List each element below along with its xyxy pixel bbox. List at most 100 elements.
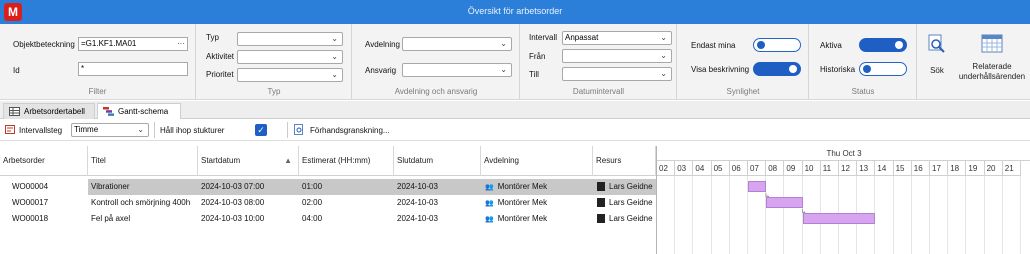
- typ-select[interactable]: ⌄: [237, 32, 343, 46]
- datum-group-label: Datumintervall: [572, 87, 625, 96]
- filter-group: Objektbeteckning =G1.KF1.MA01 ··· Id * F…: [0, 24, 196, 100]
- toggle-knob: [895, 41, 903, 49]
- col-estimerat[interactable]: Estimerat (HH:mm): [299, 146, 394, 176]
- gantt-bar[interactable]: [766, 197, 803, 208]
- gantt-hour-label: 18: [948, 161, 967, 176]
- synlighet-group-label: Synlighet: [726, 87, 760, 96]
- toolbar-divider: [154, 122, 155, 138]
- avdelning-group-label: Avdelning och ansvarig: [394, 87, 478, 96]
- id-field[interactable]: *: [78, 62, 188, 76]
- gantt-gridline: [875, 176, 894, 254]
- cell-text: Lars Geidne: [609, 182, 653, 191]
- gantt-bar[interactable]: [802, 213, 876, 224]
- gantt-gridline: [675, 176, 694, 254]
- cell-avdelning: 👥 Montörer Mek: [481, 179, 593, 195]
- gantt-hour-label: 13: [857, 161, 876, 176]
- person-icon: [597, 182, 605, 192]
- gantt-icon: [103, 107, 114, 116]
- historiska-toggle[interactable]: [859, 62, 907, 76]
- aktivitet-select[interactable]: ⌄: [237, 50, 343, 64]
- gantt-hour-label: 19: [966, 161, 985, 176]
- aktiva-label: Aktiva: [820, 41, 842, 50]
- tab-arbetsordertabell[interactable]: Arbetsordertabell: [3, 103, 95, 119]
- intervallsteg-select[interactable]: Timme ⌄: [71, 123, 149, 137]
- gantt-gridline: [948, 176, 967, 254]
- relaterade-label-1: Relaterade: [972, 62, 1012, 71]
- table-row[interactable]: WO00018 Fel på axel 2024-10-03 10:00 04:00 2…: [0, 211, 656, 227]
- tab-gantt-schema[interactable]: Gantt-schema: [97, 103, 181, 120]
- intervall-select[interactable]: Anpassat ⌄: [562, 31, 672, 45]
- cell-resurs: Lars Geidne: [593, 211, 656, 227]
- browse-dots-button[interactable]: ···: [177, 38, 185, 50]
- visa-beskrivning-toggle[interactable]: [753, 62, 801, 76]
- prioritet-select[interactable]: ⌄: [237, 68, 343, 82]
- cell-slutdatum: 2024-10-03: [397, 198, 438, 207]
- chevron-down-icon: ⌄: [660, 51, 667, 60]
- fran-date[interactable]: ⌄: [562, 49, 672, 63]
- gantt-hour-label: 16: [911, 161, 930, 176]
- gantt-hour-label: 17: [930, 161, 949, 176]
- cell-text: Lars Geidne: [609, 214, 653, 223]
- ribbon: Objektbeteckning =G1.KF1.MA01 ··· Id * F…: [0, 24, 1030, 100]
- person-icon: [597, 214, 605, 224]
- gantt-gridline: [985, 176, 1003, 254]
- gantt-hour-label: 21: [1002, 161, 1021, 176]
- gantt-gridline: [712, 176, 730, 254]
- cell-startdatum: 2024-10-03 08:00: [201, 198, 265, 207]
- gantt-day-header: Thu Oct 3: [657, 146, 1030, 161]
- group-icon: 👥: [485, 216, 494, 223]
- cell-arbetsorder: WO00018: [0, 211, 88, 227]
- chevron-down-icon: ⌄: [500, 39, 507, 48]
- toggle-knob: [757, 41, 765, 49]
- gantt-bar[interactable]: [748, 181, 767, 192]
- ansvarig-select[interactable]: ⌄: [402, 63, 512, 77]
- typ-group-label: Typ: [267, 87, 281, 96]
- objektbeteckning-field[interactable]: =G1.KF1.MA01 ···: [78, 37, 188, 51]
- col-titel[interactable]: Titel: [88, 146, 198, 176]
- col-resurs[interactable]: Resurs: [593, 146, 656, 176]
- gantt-gridline: [966, 176, 985, 254]
- table-row[interactable]: WO00004 Vibrationer 2024-10-03 07:00 01:00 2…: [0, 179, 656, 195]
- typ-label: Typ: [206, 33, 219, 42]
- chevron-down-icon: ⌄: [660, 33, 667, 42]
- col-slutdatum[interactable]: Slutdatum: [394, 146, 481, 176]
- grid-header: Arbetsorder Titel Startdatum ▲ Estimerat …: [0, 146, 656, 176]
- aktiva-toggle[interactable]: [859, 38, 907, 52]
- avdelning-select[interactable]: ⌄: [402, 37, 512, 51]
- cell-titel: Vibrationer: [91, 182, 130, 191]
- cell-slutdatum: 2024-10-03: [397, 214, 438, 223]
- print-preview-icon: [294, 124, 303, 135]
- endast-mina-toggle[interactable]: [753, 38, 801, 52]
- col-avdelning[interactable]: Avdelning: [481, 146, 593, 176]
- cell-text: Lars Geidne: [609, 198, 653, 207]
- col-startdatum[interactable]: Startdatum ▲: [198, 146, 299, 176]
- intervallsteg-value: Timme: [74, 125, 99, 134]
- hall-ihop-checkbox[interactable]: ✓: [255, 124, 267, 136]
- gantt-hour-label: 07: [748, 161, 767, 176]
- status-group-label: Status: [851, 87, 875, 96]
- cell-startdatum: 2024-10-03 10:00: [201, 214, 265, 223]
- intervallsteg-label: Intervallsteg: [19, 126, 63, 135]
- sok-label: Sök: [930, 66, 944, 75]
- cell-text: Montörer Mek: [497, 198, 548, 207]
- till-date[interactable]: ⌄: [562, 67, 672, 81]
- forhandsgranskning-button[interactable]: Förhandsgranskning...: [310, 126, 390, 135]
- interval-icon: [5, 125, 15, 134]
- chevron-down-icon: ⌄: [331, 52, 338, 61]
- table-row[interactable]: WO00017 Kontroll och smörjning 400h 2024-1…: [0, 195, 656, 211]
- tab-label: Gantt-schema: [118, 107, 169, 116]
- group-icon: 👥: [485, 200, 494, 207]
- col-arbetsorder[interactable]: Arbetsorder: [0, 146, 88, 176]
- person-icon: [597, 198, 605, 208]
- sok-button[interactable]: Sök: [920, 24, 954, 100]
- toolbar-divider: [287, 122, 288, 138]
- gantt-toolbar: Intervallsteg Timme ⌄ Håll ihop stukturer…: [0, 119, 1030, 141]
- id-value: *: [81, 64, 85, 73]
- cell-resurs: Lars Geidne: [593, 179, 656, 195]
- relaterade-button[interactable]: Relaterade underhållsärenden: [956, 24, 1028, 100]
- cell-startdatum: 2024-10-03 07:00: [201, 182, 265, 191]
- intervall-value: Anpassat: [565, 33, 599, 42]
- col-startdatum-label: Startdatum: [201, 156, 241, 165]
- chevron-down-icon: ⌄: [660, 69, 667, 78]
- avdelning-label: Avdelning: [365, 40, 400, 49]
